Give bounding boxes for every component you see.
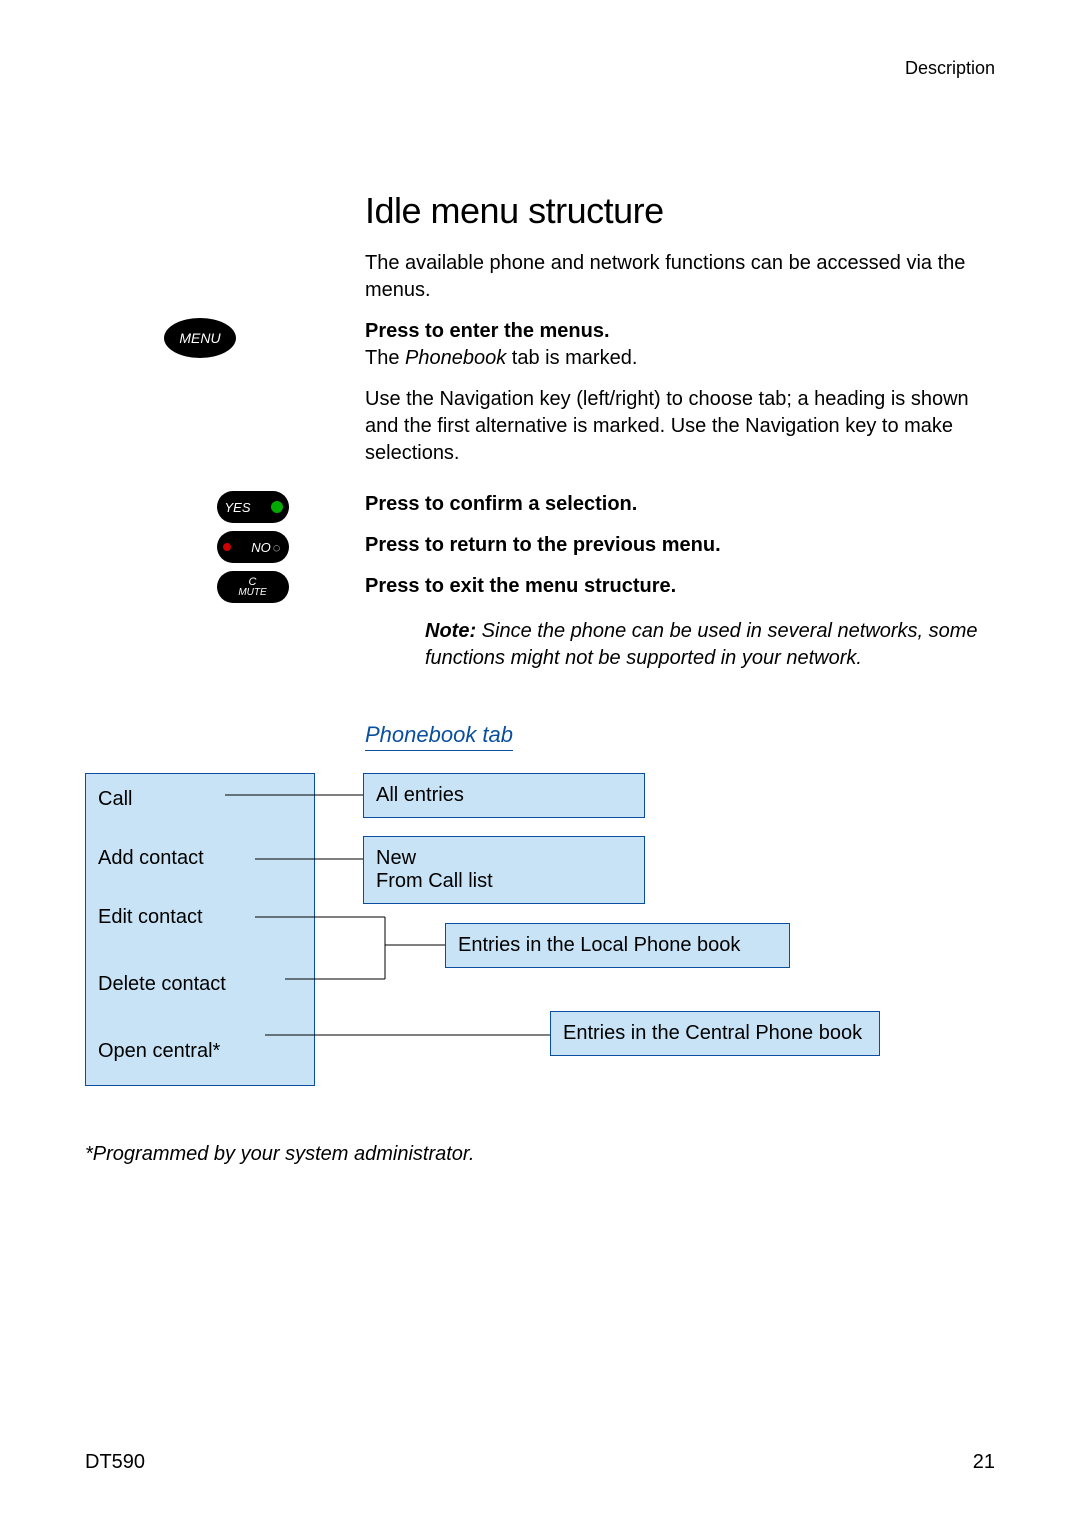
diagram-box2-line1: New — [376, 847, 416, 869]
diagram-box-new-fromcall: New From Call list — [363, 836, 645, 904]
diagram-menu-item: Edit contact — [86, 892, 314, 959]
diagram-box-central-entries: Entries in the Central Phone book — [550, 1011, 880, 1056]
menu-step-line1-suffix: tab is marked. — [506, 347, 637, 369]
no-key-label: NO — [251, 540, 271, 555]
footer-page-number: 21 — [973, 1451, 995, 1474]
page-content: Idle menu structure The available phone … — [85, 190, 995, 1166]
no-step-text: Press to return to the previous menu. — [365, 532, 995, 559]
mute-key-bottom: MUTE — [217, 588, 289, 598]
intro-paragraph: The available phone and network function… — [365, 250, 995, 304]
diagram-menu-item: Call — [86, 774, 314, 833]
diagram-menu-item: Open central* — [86, 1026, 314, 1085]
footer-model: DT590 — [85, 1451, 145, 1474]
page-footer: DT590 21 — [85, 1451, 995, 1474]
yes-key-icon: YES — [217, 491, 289, 523]
menu-step-para2: Use the Navigation key (left/right) to c… — [365, 386, 995, 467]
phonebook-diagram: Call Add contact Edit contact Delete con… — [85, 773, 995, 1133]
menu-step-heading: Press to enter the menus. — [365, 320, 610, 342]
no-key-icon: NO◌ — [217, 531, 289, 563]
diagram-menu-item: Add contact — [86, 833, 314, 892]
menu-step-line1-em: Phonebook — [405, 347, 506, 369]
diagram-box2-line2: From Call list — [376, 870, 493, 892]
mute-key-icon: C MUTE — [217, 571, 289, 603]
note-body: Since the phone can be used in several n… — [425, 620, 978, 669]
yes-step-text: Press to confirm a selection. — [365, 491, 995, 518]
menu-step-line1-prefix: The — [365, 347, 405, 369]
note-label: Note: — [425, 620, 476, 642]
yes-key-label: YES — [225, 500, 251, 515]
mute-step-text: Press to exit the menu structure. — [365, 573, 995, 600]
menu-key-icon: MENU — [164, 318, 236, 358]
diagram-footnote: *Programmed by your system administrator… — [85, 1143, 995, 1166]
section-header: Description — [905, 58, 995, 79]
page-title: Idle menu structure — [365, 190, 995, 232]
diagram-menu-column: Call Add contact Edit contact Delete con… — [85, 773, 315, 1086]
diagram-box-all-entries: All entries — [363, 773, 645, 818]
mute-key-top: C — [217, 577, 289, 588]
phonebook-tab-subhead: Phonebook tab — [365, 722, 513, 751]
diagram-menu-item: Delete contact — [86, 959, 314, 1026]
diagram-box-local-entries: Entries in the Local Phone book — [445, 923, 790, 968]
